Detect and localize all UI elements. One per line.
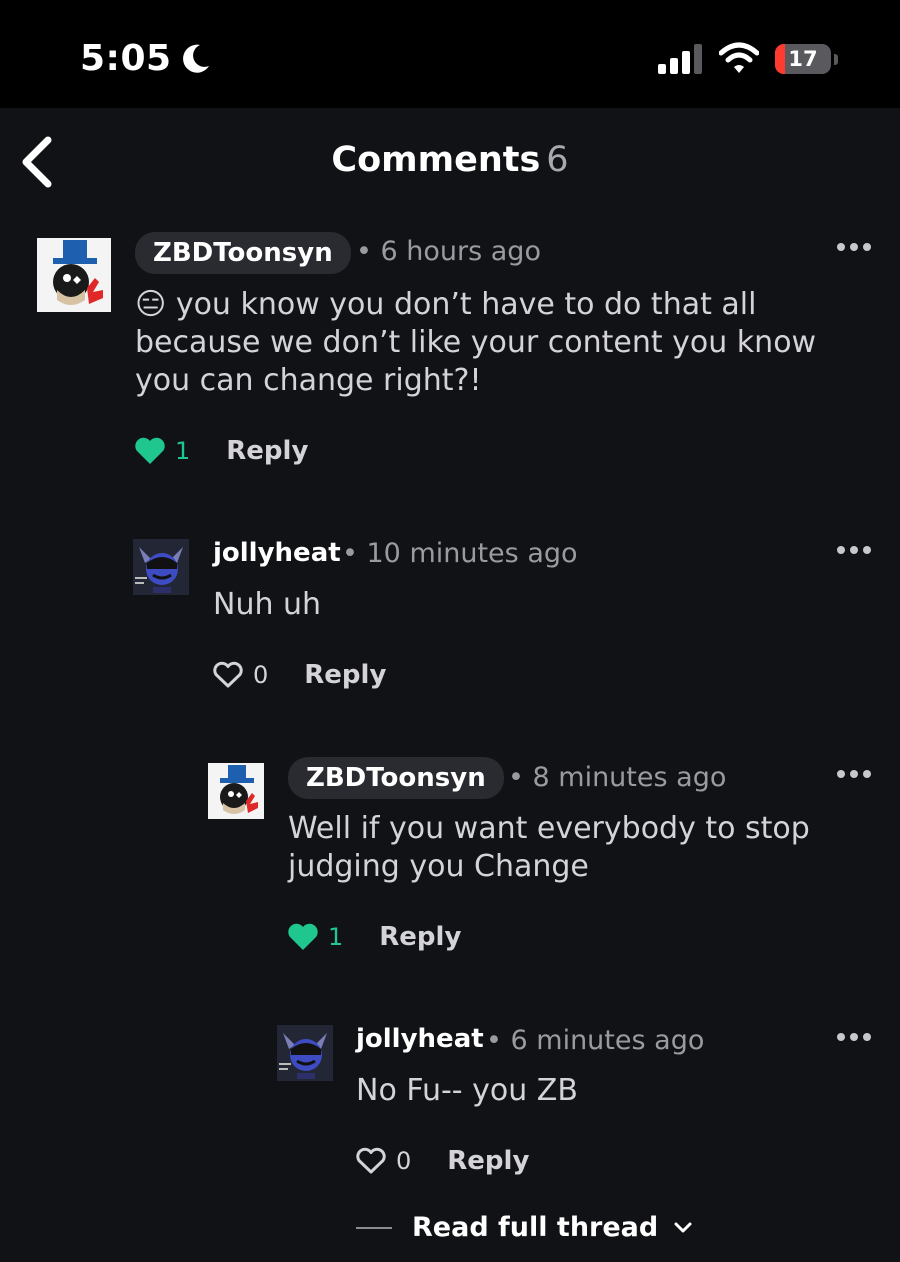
heart-filled-icon[interactable] <box>135 437 165 465</box>
comment-body: you know you don’t have to do that all b… <box>135 287 817 398</box>
title-label: Comments <box>331 140 541 180</box>
status-time: 5:05 <box>80 38 172 79</box>
more-options-icon[interactable] <box>836 242 872 252</box>
like-count: 0 <box>396 1147 412 1175</box>
more-options-icon[interactable] <box>836 545 872 555</box>
more-options-icon[interactable] <box>836 1032 872 1042</box>
username[interactable]: jollyheat <box>356 1024 484 1054</box>
chevron-down-icon <box>674 1222 692 1232</box>
comment-actions: 1 Reply <box>135 436 308 466</box>
username[interactable]: ZBDToonsyn <box>288 757 504 799</box>
timestamp: • 6 minutes ago <box>486 1025 705 1056</box>
battery-indicator: 17 <box>775 44 831 74</box>
avatar[interactable] <box>277 1025 333 1081</box>
reply-button[interactable]: Reply <box>447 1146 529 1176</box>
reply-button[interactable]: Reply <box>304 660 386 690</box>
read-full-thread-label: Read full thread <box>412 1212 659 1243</box>
comment-text: 😑 you know you don’t have to do that all… <box>135 286 855 400</box>
battery-percent: 17 <box>788 47 818 71</box>
avatar[interactable] <box>37 238 111 312</box>
timestamp: • 6 hours ago <box>356 236 541 267</box>
status-bar: 5:05 17 <box>0 0 900 108</box>
username[interactable]: jollyheat <box>213 538 341 568</box>
like-count: 1 <box>328 923 344 951</box>
comment-body: Well if you want everybody to stop judgi… <box>288 811 810 884</box>
heart-outline-icon[interactable] <box>356 1147 386 1175</box>
username[interactable]: ZBDToonsyn <box>135 232 351 274</box>
comment-body: Nuh uh <box>213 587 322 622</box>
comment-actions: 1 Reply <box>288 922 461 952</box>
moon-icon <box>183 44 209 73</box>
heart-outline-icon[interactable] <box>213 661 243 689</box>
timestamp: • 10 minutes ago <box>342 538 578 569</box>
timestamp: • 8 minutes ago <box>508 762 727 793</box>
comment-actions: 0 Reply <box>213 660 386 690</box>
cellular-signal-icon <box>658 44 702 74</box>
comments-header: Comments 6 <box>0 108 900 213</box>
comment-actions: 0 Reply <box>356 1146 529 1176</box>
read-full-thread-link[interactable]: Read full thread <box>356 1212 694 1243</box>
wifi-icon <box>719 42 759 73</box>
avatar[interactable] <box>208 763 264 819</box>
like-count: 0 <box>253 661 269 689</box>
expressionless-emoji-icon: 😑 <box>135 287 167 322</box>
comment-count: 6 <box>546 140 569 180</box>
page-title: Comments 6 <box>0 140 900 180</box>
thread-divider <box>356 1226 392 1229</box>
reply-button[interactable]: Reply <box>379 922 461 952</box>
reply-button[interactable]: Reply <box>226 436 308 466</box>
heart-filled-icon[interactable] <box>288 923 318 951</box>
like-count: 1 <box>175 437 191 465</box>
more-options-icon[interactable] <box>836 769 872 779</box>
comment-body: No Fu-- you ZB <box>356 1073 578 1108</box>
avatar[interactable] <box>133 539 189 595</box>
